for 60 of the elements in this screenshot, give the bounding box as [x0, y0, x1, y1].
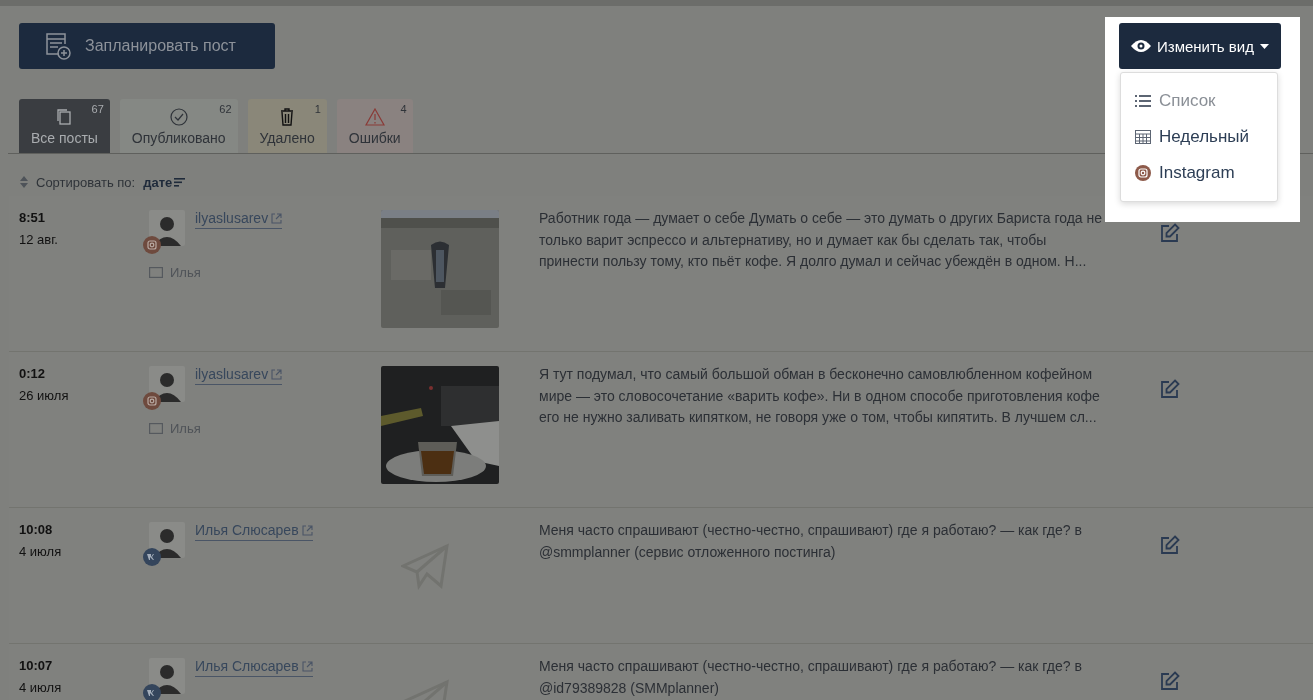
post-time: 0:12 [19, 366, 47, 381]
tab-count: 62 [219, 103, 232, 115]
account-link[interactable]: ilyaslusarev [195, 210, 283, 229]
post-text: Работник года — думает о себе Думать о себе — это думать о других Бариста года не только варит эспрессо и альтернативу, но и думает как бы сделать так, чтобы принести пользу тому, кто пьёт кофе. Я долго думал и сейчас убеждён в одном. Н... [539, 209, 1103, 271]
caret-icon [1259, 43, 1269, 49]
tab-count: 1 [314, 103, 321, 115]
filter-tab[interactable]: 67 Все посты [19, 99, 110, 153]
sort-lines-icon [174, 177, 186, 187]
warning-icon [364, 108, 385, 126]
account-link[interactable]: Илья Слюсарев [195, 658, 313, 677]
post-time: 8:51 [19, 210, 47, 225]
post-time: 10:07 [19, 658, 54, 673]
external-link-icon [271, 212, 283, 224]
calendar-grid-icon [1135, 130, 1151, 144]
post-text: Меня часто спрашивают (честно-честно, спрашивают) где я работаю? — как где? в @id79389828 (SMMplanner) [539, 657, 1083, 698]
menu-item[interactable]: Instagram [1121, 155, 1277, 191]
instagram-icon [143, 392, 161, 410]
schedule-post-button[interactable]: Запланировать пост [19, 23, 275, 69]
avatar [149, 366, 185, 402]
square-icon [149, 267, 163, 278]
tab-count: 67 [91, 103, 104, 115]
post-date: 4 июля [19, 680, 63, 695]
external-link-icon [301, 660, 313, 672]
instagram-icon [143, 236, 161, 254]
square-icon [149, 423, 163, 434]
edit-button[interactable] [1159, 671, 1181, 693]
menu-item[interactable]: Недельный [1121, 119, 1277, 155]
filter-tab[interactable]: 62 Опубликовано [119, 99, 238, 153]
post-text: Меня часто спрашивают (честно-честно, спрашивают) где я работаю? — как где? в @smmplanner (сервис отложенного постинга) [539, 521, 1083, 562]
trash-icon [280, 108, 295, 126]
filter-tab[interactable]: 4 Ошибки [336, 99, 413, 153]
calendar-add-icon [45, 32, 71, 60]
tab-count: 4 [400, 103, 407, 115]
instagram-icon [1135, 165, 1151, 181]
sort-icon [20, 176, 28, 188]
check-circle-icon [169, 108, 188, 126]
edit-button[interactable] [1159, 223, 1181, 245]
edit-button[interactable] [1159, 535, 1181, 557]
eye-icon [1131, 39, 1151, 53]
filter-tab[interactable]: 1 Удалено [247, 99, 327, 153]
external-link-icon [301, 524, 313, 536]
list-icon [1135, 94, 1151, 108]
vk-icon [143, 684, 161, 700]
avatar [149, 522, 185, 558]
external-link-icon [271, 368, 283, 380]
account-link[interactable]: Илья Слюсарев [195, 522, 313, 541]
edit-button[interactable] [1159, 379, 1181, 401]
avatar [149, 210, 185, 246]
post-time: 10:08 [19, 522, 54, 537]
sort-label: Сортировать по: [36, 174, 136, 190]
sort-option[interactable]: дате [143, 174, 186, 190]
post-date: 26 июля [19, 388, 70, 403]
account-link[interactable]: ilyaslusarev [195, 366, 283, 385]
post-text: Я тут подумал, что самый большой обман в бесконечно самовлюбленном кофейном мире — это словосочетание «варить кофе». Ни в одном способе приготовления кофе его не нужно заливать кипятком, не говоря уже о том, чтобы кипятить. В лучшем сл... [539, 365, 1101, 427]
post-date: 12 авг. [19, 232, 59, 247]
post-date: 4 июля [19, 544, 63, 559]
copy-icon [56, 108, 73, 126]
avatar [149, 658, 185, 694]
vk-icon [143, 548, 161, 566]
change-view-button[interactable]: Изменить вид [1119, 23, 1281, 69]
